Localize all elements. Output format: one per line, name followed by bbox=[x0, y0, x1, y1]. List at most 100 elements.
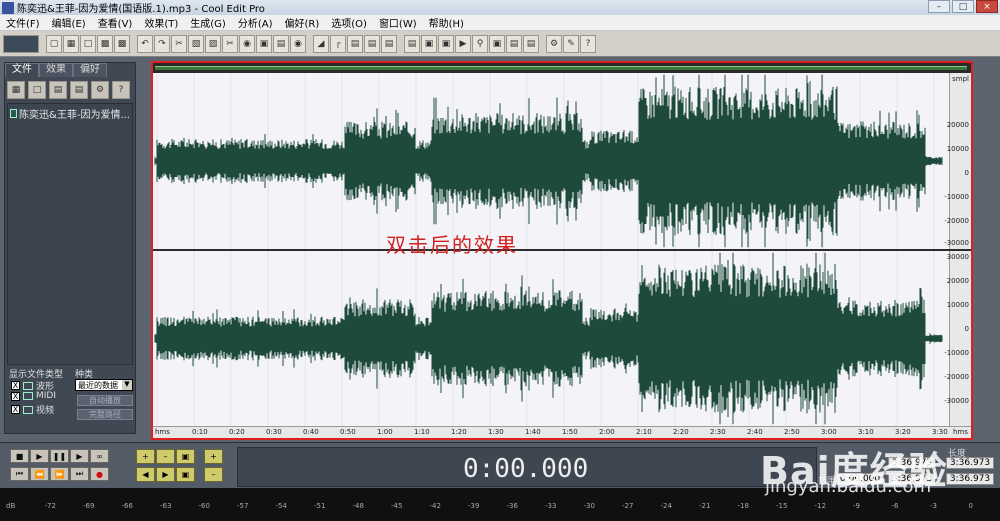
pause-button[interactable]: ❚❚ bbox=[50, 449, 69, 463]
zoom-in-icon[interactable]: + bbox=[136, 449, 155, 464]
menu-effects[interactable]: 效果(T) bbox=[138, 15, 184, 30]
zoom-left-icon[interactable]: ◀ bbox=[136, 467, 155, 482]
length-total-field[interactable]: 3:36.973 bbox=[946, 457, 994, 469]
view-cue-icon[interactable]: ▣ bbox=[421, 34, 437, 53]
trim-icon[interactable]: ✂ bbox=[222, 34, 238, 53]
ruler-icon[interactable]: ▣ bbox=[489, 34, 505, 53]
help-icon[interactable]: ? bbox=[112, 81, 130, 99]
organizer-panel: 文件 效果 偏好 ▦ □ ▤ ▤ ⚙ ? 陈奕迅&王菲-因为爱情... 显示文件… bbox=[4, 62, 136, 434]
level-tick-label: -57 bbox=[237, 502, 249, 510]
full-path-button[interactable]: 完整路径 bbox=[77, 409, 133, 420]
time-tick-label: 1:40 bbox=[525, 428, 541, 436]
time-tick-label: 3:20 bbox=[895, 428, 911, 436]
menu-file[interactable]: 文件(F) bbox=[0, 15, 46, 30]
stop-button[interactable]: ■ bbox=[10, 449, 29, 463]
mix-icon[interactable]: ▤ bbox=[273, 34, 289, 53]
save-icon[interactable]: ▩ bbox=[97, 34, 113, 53]
play-to-end-button[interactable]: ▶ bbox=[70, 449, 89, 463]
time-tick-label: 0:30 bbox=[266, 428, 282, 436]
new-icon[interactable]: ▢ bbox=[46, 34, 62, 53]
play-list-icon[interactable]: ▶ bbox=[455, 34, 471, 53]
go-to-start-button[interactable]: ⏮ bbox=[10, 467, 29, 481]
checkbox-midi[interactable]: X MIDI bbox=[11, 391, 56, 401]
frames-icon[interactable]: ▤ bbox=[506, 34, 522, 53]
multitrack-icon[interactable]: ▤ bbox=[347, 34, 363, 53]
close-file-icon[interactable]: ▤ bbox=[49, 81, 67, 99]
list-item[interactable]: 陈奕迅&王菲-因为爱情... bbox=[10, 106, 130, 121]
undo-icon[interactable]: ↶ bbox=[137, 34, 153, 53]
file-info-icon[interactable]: ▤ bbox=[70, 81, 88, 99]
close-file-icon[interactable]: □ bbox=[80, 34, 96, 53]
amplitude-scale-bottom: 30000 20000 10000 0 -10000 -20000 -30000 bbox=[944, 251, 971, 426]
spectral-icon[interactable]: ▤ bbox=[381, 34, 397, 53]
time-tick-label: 2:40 bbox=[747, 428, 763, 436]
maximize-button[interactable]: □ bbox=[952, 0, 974, 13]
play-button[interactable]: ▶ bbox=[30, 449, 49, 463]
waveform-display[interactable]: smpl 20000 10000 0 -10000 -20000 -30000 … bbox=[151, 61, 973, 440]
properties-icon[interactable]: ⚙ bbox=[91, 81, 109, 99]
settings-icon[interactable]: ⚙ bbox=[546, 34, 562, 53]
menu-generate[interactable]: 生成(G) bbox=[184, 15, 232, 30]
open-folder-icon[interactable]: ▦ bbox=[7, 81, 25, 99]
view-region-icon[interactable]: ▣ bbox=[438, 34, 454, 53]
zoom-right-icon[interactable]: ▶ bbox=[156, 467, 175, 482]
paste-new-icon[interactable]: ▣ bbox=[256, 34, 272, 53]
cut-icon[interactable]: ✂ bbox=[171, 34, 187, 53]
menu-options[interactable]: 选项(O) bbox=[325, 15, 373, 30]
menu-analyze[interactable]: 分析(A) bbox=[232, 15, 279, 30]
time-ruler[interactable]: hms 0:10 0:20 0:30 0:40 0:50 1:00 1:10 1:20 1:30 1… bbox=[153, 426, 971, 438]
record-icon[interactable]: ◉ bbox=[290, 34, 306, 53]
repeat-icon[interactable]: ↷ bbox=[154, 34, 170, 53]
menu-help[interactable]: 帮助(H) bbox=[423, 15, 470, 30]
tab-effects[interactable]: 效果 bbox=[39, 63, 73, 77]
zoom-full-icon[interactable]: ▣ bbox=[176, 449, 195, 464]
paste-icon[interactable]: ▨ bbox=[205, 34, 221, 53]
copy-icon[interactable]: ▧ bbox=[188, 34, 204, 53]
rewind-button[interactable]: ⏪ bbox=[30, 467, 49, 481]
menu-window[interactable]: 窗口(W) bbox=[373, 15, 423, 30]
channel-left[interactable] bbox=[153, 73, 971, 249]
zoom-in-vertical-icon[interactable]: + bbox=[204, 449, 223, 464]
time-tick-label: 0:50 bbox=[340, 428, 356, 436]
record-button[interactable]: ● bbox=[90, 467, 109, 481]
overview-bar[interactable] bbox=[153, 63, 971, 73]
view-wave-icon[interactable]: ▤ bbox=[404, 34, 420, 53]
fast-forward-button[interactable]: ⏩ bbox=[50, 467, 69, 481]
baidu-watermark: Bai度经验 jingyan.baidu.com bbox=[760, 440, 948, 497]
edit-icon[interactable]: ✎ bbox=[563, 34, 579, 53]
app-icon bbox=[2, 1, 14, 14]
tab-favorites[interactable]: 偏好 bbox=[73, 63, 107, 77]
grid-icon[interactable]: ▤ bbox=[523, 34, 539, 53]
minimize-button[interactable]: – bbox=[928, 0, 950, 13]
save-all-icon[interactable]: ▩ bbox=[114, 34, 130, 53]
zoom-icon[interactable]: ⚲ bbox=[472, 34, 488, 53]
overlay-caption: 双击后的效果 bbox=[386, 233, 518, 257]
time-tick-label: 0:10 bbox=[192, 428, 208, 436]
open-icon[interactable]: ▦ bbox=[63, 34, 79, 53]
menu-edit[interactable]: 编辑(E) bbox=[46, 15, 92, 30]
help-icon[interactable]: ? bbox=[580, 34, 596, 53]
snap-icon[interactable]: ┌ bbox=[330, 34, 346, 53]
menu-view[interactable]: 查看(V) bbox=[92, 15, 139, 30]
envelope-icon[interactable]: ◢ bbox=[313, 34, 329, 53]
checked-icon: X bbox=[11, 405, 20, 414]
zoom-out-icon[interactable]: – bbox=[156, 449, 175, 464]
close-button[interactable]: × bbox=[976, 0, 998, 13]
tab-files[interactable]: 文件 bbox=[5, 63, 39, 77]
import-icon[interactable]: □ bbox=[28, 81, 46, 99]
menu-favorites[interactable]: 偏好(R) bbox=[278, 15, 325, 30]
kind-select[interactable]: 最近的数据 ▼ bbox=[75, 379, 133, 391]
time-tick-label: 2:10 bbox=[636, 428, 652, 436]
channel-right[interactable] bbox=[153, 251, 971, 426]
loop-button[interactable]: ∞ bbox=[90, 449, 109, 463]
zoom-selection-icon[interactable]: ▣ bbox=[176, 467, 195, 482]
range-length-field[interactable]: 3:36.973 bbox=[946, 473, 994, 485]
mix-paste-icon[interactable]: ◉ bbox=[239, 34, 255, 53]
waveform-left bbox=[154, 73, 943, 249]
go-to-end-button[interactable]: ⏭ bbox=[70, 467, 89, 481]
auto-play-button[interactable]: 自动播放 bbox=[77, 395, 133, 406]
view-toggle-button[interactable] bbox=[3, 34, 39, 53]
checkbox-video[interactable]: X 视频 bbox=[11, 403, 54, 416]
zoom-out-vertical-icon[interactable]: – bbox=[204, 467, 223, 482]
tracks-icon[interactable]: ▤ bbox=[364, 34, 380, 53]
